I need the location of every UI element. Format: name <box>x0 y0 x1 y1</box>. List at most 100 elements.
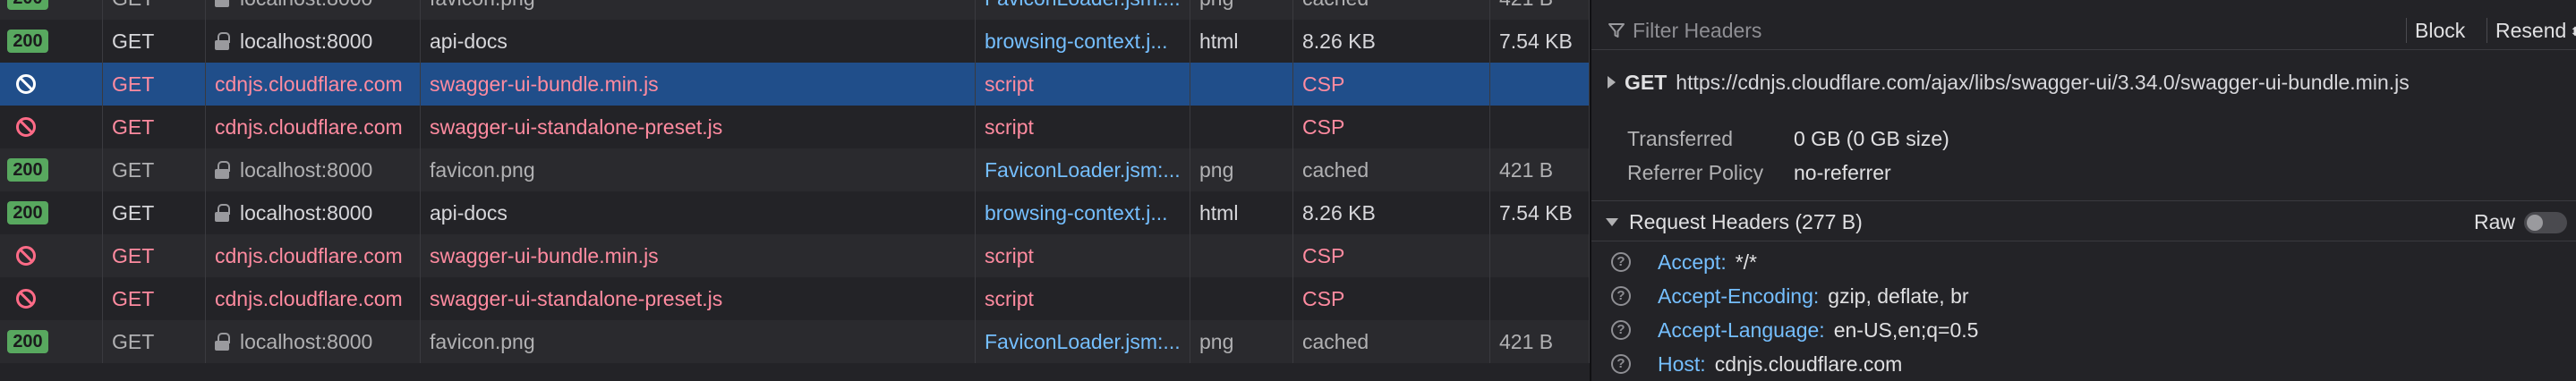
header-name: Accept: <box>1658 250 1727 274</box>
request-headers-section[interactable]: Request Headers (277 B) Raw <box>1591 200 2576 241</box>
header-row[interactable]: ? Host: cdnjs.cloudflare.com <box>1591 347 2576 381</box>
type-cell <box>1190 234 1293 277</box>
status-badge: 200 <box>7 201 48 224</box>
request-row[interactable]: 200 GET localhost:8000 api-docs browsing-con… <box>0 191 1590 234</box>
domain-text: localhost:8000 <box>240 158 373 182</box>
initiator-cell[interactable]: FaviconLoader.jsm:... <box>976 148 1190 191</box>
request-row[interactable]: GET cdnjs.cloudflare.com swagger-ui-standa… <box>0 277 1590 320</box>
status-cell <box>0 277 103 320</box>
request-row[interactable]: 200 GET localhost:8000 api-docs browsing-con… <box>0 20 1590 63</box>
raw-label: Raw <box>2473 210 2515 233</box>
size-cell <box>1490 234 1590 277</box>
initiator-cell: script <box>976 277 1190 320</box>
request-url: https://cdnjs.cloudflare.com/ajax/libs/s… <box>1676 71 2410 94</box>
file-cell: api-docs <box>421 191 976 234</box>
request-row[interactable]: 200 GET localhost:8000 favicon.pngFaviconLo… <box>0 0 1590 20</box>
request-url-line[interactable]: GET https://cdnjs.cloudflare.com/ajax/lib… <box>1591 61 2576 104</box>
domain-cell: localhost:8000 <box>206 320 421 363</box>
header-row[interactable]: ? Accept-Encoding: gzip, deflate, br <box>1591 279 2576 313</box>
toggle-knob <box>2527 215 2543 231</box>
status-badge: 200 <box>7 0 48 10</box>
initiator-cell[interactable]: browsing-context.j... <box>976 191 1190 234</box>
domain-text: cdnjs.cloudflare.com <box>215 287 403 310</box>
domain-text: localhost:8000 <box>240 330 373 353</box>
help-icon[interactable]: ? <box>1611 286 1631 306</box>
header-value: en-US,en;q=0.5 <box>1833 318 1979 342</box>
file-cell: favicon.png <box>421 320 976 363</box>
raw-toggle[interactable] <box>2524 212 2567 233</box>
size-cell: 421 B <box>1490 320 1590 363</box>
initiator-cell: script <box>976 106 1190 148</box>
summary-value: 0 GB (0 GB size) <box>1794 127 1949 150</box>
toolbar-separator <box>2406 18 2407 43</box>
filter-icon <box>1608 23 1625 38</box>
blocked-icon <box>16 289 36 309</box>
status-cell: 200 <box>0 191 103 234</box>
domain-cell: localhost:8000 <box>206 20 421 63</box>
header-name: Accept-Language: <box>1658 318 1825 342</box>
initiator-cell[interactable]: browsing-context.j... <box>976 20 1190 63</box>
status-badge: 200 <box>7 30 48 53</box>
type-cell <box>1190 277 1293 320</box>
method-cell: GET <box>103 277 206 320</box>
help-icon[interactable]: ? <box>1611 252 1631 272</box>
request-row[interactable]: 200 GET localhost:8000 favicon.pngFaviconLo… <box>0 320 1590 363</box>
resend-button[interactable]: Resend ⬍ <box>2495 11 2576 50</box>
transferred-cell: CSP <box>1293 277 1490 320</box>
block-button[interactable]: Block <box>2415 11 2465 50</box>
initiator-cell: script <box>976 63 1190 106</box>
help-icon[interactable]: ? <box>1611 354 1631 374</box>
header-name: Accept-Encoding: <box>1658 284 1820 308</box>
summary-transferred: Transferred 0 GB (0 GB size) <box>1591 122 2576 156</box>
status-cell <box>0 106 103 148</box>
request-row[interactable]: GET cdnjs.cloudflare.com swagger-ui-bundle… <box>0 63 1590 106</box>
method-cell: GET <box>103 0 206 20</box>
request-row[interactable]: GET cdnjs.cloudflare.com swagger-ui-bundle… <box>0 234 1590 277</box>
request-headers-title: Request Headers (277 B) <box>1629 210 1863 233</box>
size-cell <box>1490 106 1590 148</box>
domain-cell: cdnjs.cloudflare.com <box>206 106 421 148</box>
size-cell: 421 B <box>1490 148 1590 191</box>
file-cell: favicon.png <box>421 148 976 191</box>
expand-triangle-icon[interactable] <box>1608 76 1616 89</box>
lock-icon <box>215 204 230 222</box>
header-value: */* <box>1735 250 1758 274</box>
header-value: gzip, deflate, br <box>1828 284 1969 308</box>
request-row[interactable]: GET cdnjs.cloudflare.com swagger-ui-standa… <box>0 106 1590 148</box>
size-cell: 7.54 KB <box>1490 20 1590 63</box>
status-cell <box>0 63 103 106</box>
header-row[interactable]: ? Accept-Language: en-US,en;q=0.5 <box>1591 313 2576 347</box>
resend-label: Resend <box>2495 19 2567 42</box>
type-cell <box>1190 63 1293 106</box>
domain-text: cdnjs.cloudflare.com <box>215 72 403 96</box>
domain-text: cdnjs.cloudflare.com <box>215 115 403 139</box>
transferred-cell: 8.26 KB <box>1293 20 1490 63</box>
toolbar-separator <box>2486 18 2487 43</box>
domain-cell: cdnjs.cloudflare.com <box>206 234 421 277</box>
blocked-icon <box>16 117 36 137</box>
summary-referrer-policy: Referrer Policy no-referrer <box>1591 156 2576 190</box>
status-badge: 200 <box>7 330 48 353</box>
domain-text: localhost:8000 <box>240 201 373 224</box>
size-cell: 421 B <box>1490 0 1590 20</box>
request-row[interactable]: 200 GET localhost:8000 favicon.pngFaviconLo… <box>0 148 1590 191</box>
method-cell: GET <box>103 20 206 63</box>
domain-cell: cdnjs.cloudflare.com <box>206 63 421 106</box>
request-table: 200GETlocalhost:8000favicon.pngFaviconLo… <box>0 0 1590 381</box>
type-cell: png <box>1190 320 1293 363</box>
transferred-cell: CSP <box>1293 234 1490 277</box>
transferred-cell: cached <box>1293 320 1490 363</box>
header-row[interactable]: ? Accept: */* <box>1591 245 2576 279</box>
status-cell: 200 <box>0 320 103 363</box>
header-name: Host: <box>1658 352 1706 376</box>
transferred-cell: CSP <box>1293 106 1490 148</box>
filter-headers-input[interactable] <box>1633 11 2331 50</box>
initiator-cell[interactable]: FaviconLoader.jsm:... <box>976 320 1190 363</box>
collapse-triangle-icon[interactable] <box>1606 218 1618 226</box>
help-icon[interactable]: ? <box>1611 320 1631 340</box>
initiator-cell[interactable]: FaviconLoader.jsm:... <box>976 0 1190 20</box>
domain-text: localhost:8000 <box>240 0 372 10</box>
file-cell: swagger-ui-bundle.min.js <box>421 234 976 277</box>
file-cell: api-docs <box>421 20 976 63</box>
header-value: cdnjs.cloudflare.com <box>1714 352 1903 376</box>
